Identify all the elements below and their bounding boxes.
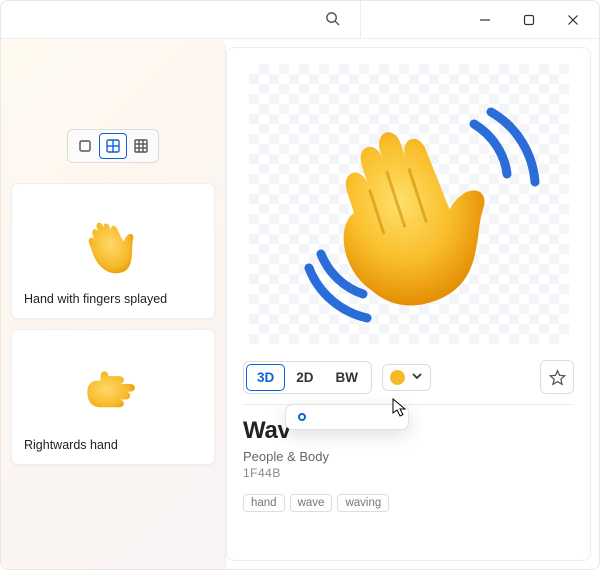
chevron-down-icon [411, 370, 423, 385]
emoji-card[interactable]: Rightwards hand [11, 329, 215, 465]
skin-tone-option[interactable] [388, 413, 396, 421]
rightwards-hand-icon [74, 348, 152, 426]
skin-tone-option[interactable] [316, 413, 324, 421]
emoji-category: People & Body [243, 449, 574, 464]
style-toolbar: 3D 2D BW [243, 360, 574, 405]
skin-tone-popover [285, 404, 409, 430]
emoji-preview [249, 64, 569, 344]
emoji-card-label: Hand with fingers splayed [24, 292, 202, 306]
render-style-group: 3D 2D BW [243, 361, 372, 394]
current-tone-swatch [390, 370, 405, 385]
emoji-grid-panel: Hand with fingers splayed Rightwards han… [1, 39, 226, 569]
emoji-detail-panel: 3D 2D BW Wav People & Body 1F44B hand wa… [226, 47, 591, 561]
tag-list: hand wave waving [243, 494, 574, 512]
window-close-button[interactable] [565, 12, 581, 28]
style-2d-button[interactable]: 2D [285, 364, 324, 391]
view-mode-single-button[interactable] [71, 133, 99, 159]
window-maximize-button[interactable] [521, 12, 537, 28]
tag[interactable]: waving [337, 494, 389, 512]
style-bw-button[interactable]: BW [325, 364, 370, 391]
window-minimize-button[interactable] [477, 12, 493, 28]
search-icon [325, 11, 340, 29]
view-mode-grid2-button[interactable] [99, 133, 127, 159]
skin-tone-picker-button[interactable] [382, 364, 431, 391]
skin-tone-option[interactable] [298, 413, 306, 421]
emoji-card[interactable]: Hand with fingers splayed [11, 183, 215, 319]
waving-hand-icon [249, 64, 569, 344]
skin-tone-option[interactable] [334, 413, 342, 421]
view-mode-grid3-button[interactable] [127, 133, 155, 159]
tag[interactable]: hand [243, 494, 285, 512]
skin-tone-option[interactable] [352, 413, 360, 421]
favorite-button[interactable] [540, 360, 574, 394]
style-3d-button[interactable]: 3D [246, 364, 285, 391]
tag[interactable]: wave [290, 494, 333, 512]
skin-tone-option[interactable] [370, 413, 378, 421]
star-icon [549, 369, 566, 386]
emoji-codepoint: 1F44B [243, 466, 574, 480]
search-bar[interactable] [1, 1, 361, 39]
emoji-card-label: Rightwards hand [24, 438, 202, 452]
view-mode-toggle [67, 129, 159, 163]
hand-splayed-icon [74, 202, 152, 280]
